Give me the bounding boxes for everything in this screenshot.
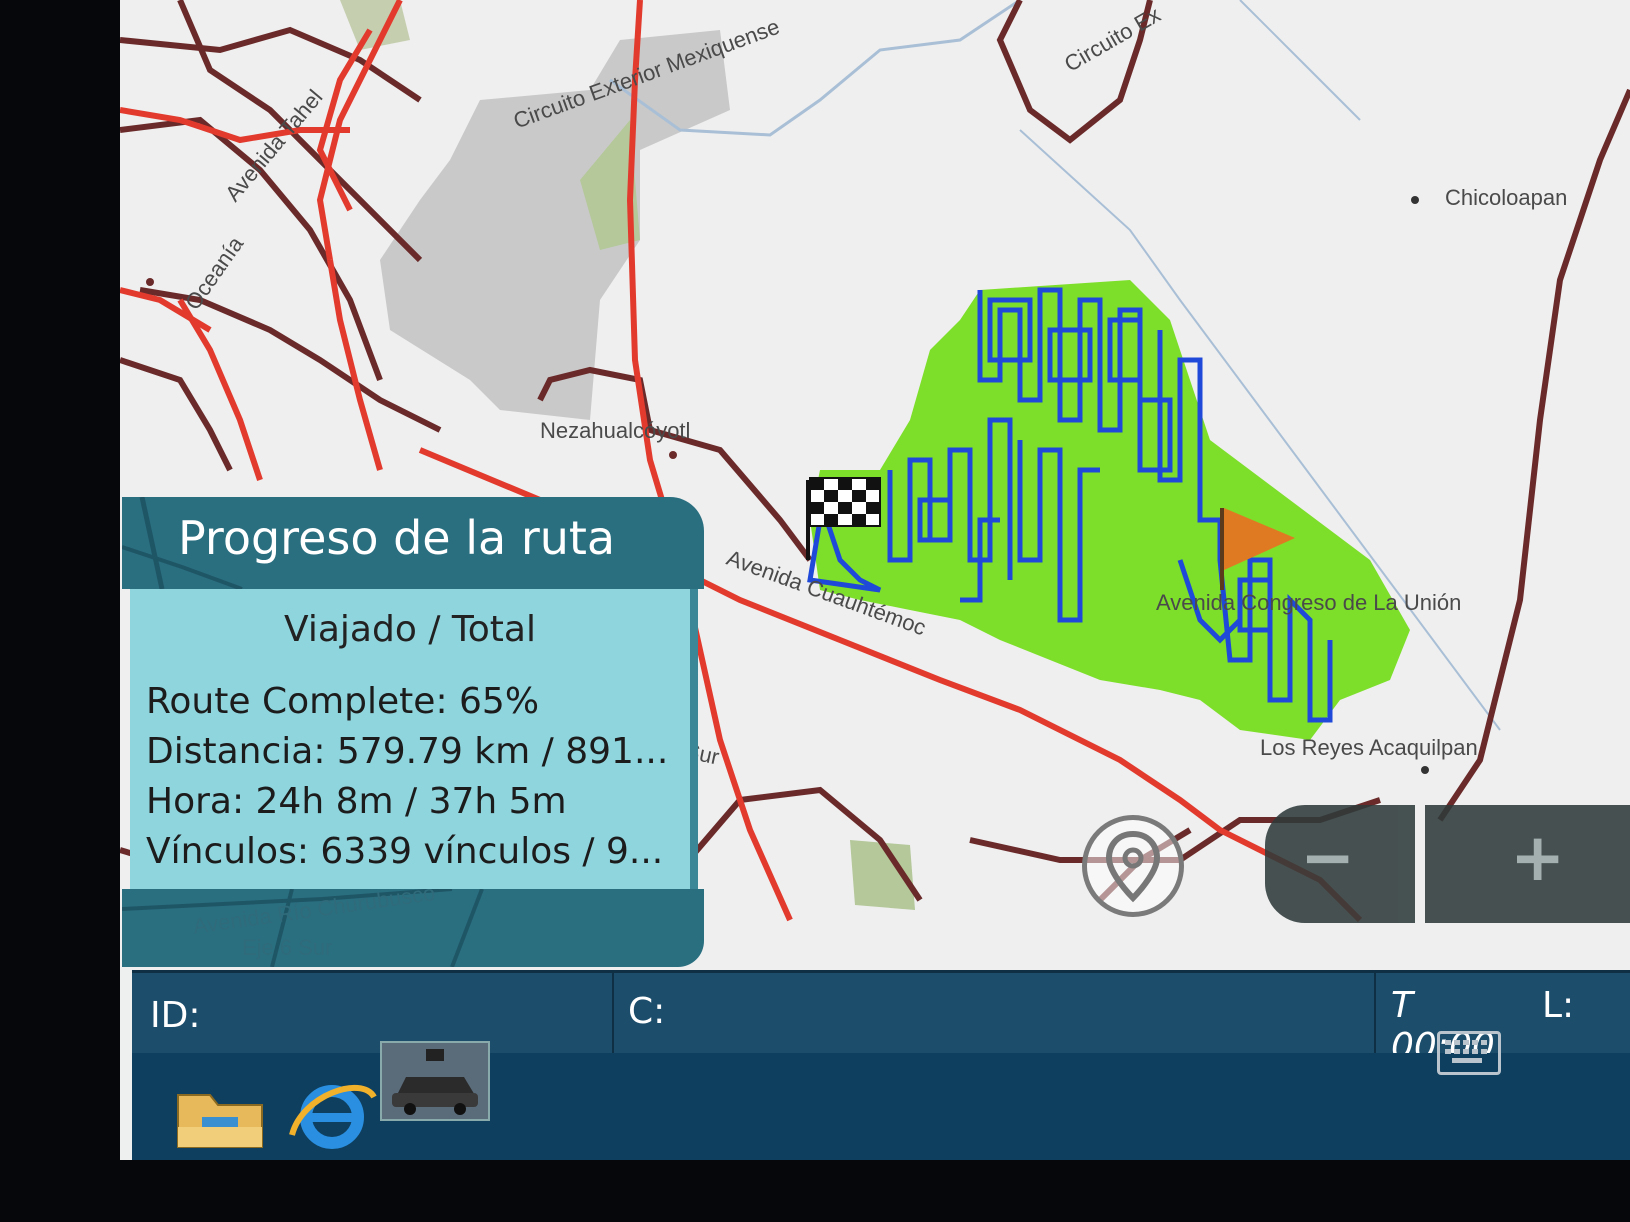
city-dot [1421, 766, 1429, 774]
status-bar: ID: C: T 00:00 L: [132, 970, 1630, 1067]
folder-icon[interactable] [172, 1075, 272, 1155]
l-label: L: [1542, 985, 1575, 1026]
panel-body: Viajado / Total Route Complete: 65% Dist… [130, 589, 698, 889]
map-label: Nezahualcóyotl [540, 418, 691, 443]
time-row: Hora: 24h 8m / 37h 5m [146, 781, 567, 822]
plus-icon: + [1510, 819, 1566, 896]
l-field: L: [1532, 973, 1630, 1053]
internet-explorer-icon[interactable] [282, 1075, 382, 1155]
app-screen: Circuito Exterior Mexiquense Circuito Ex… [120, 0, 1630, 1160]
id-field: ID: [132, 973, 614, 1053]
c-field: C: [614, 973, 1376, 1053]
panel-title: Progreso de la ruta [178, 511, 616, 565]
urban-area [380, 30, 730, 420]
panel-footer: Avenida Río Churubusco Eje 6 Sur [122, 889, 704, 967]
map-label: Chicoloapan [1445, 185, 1568, 210]
distance-row: Distancia: 579.79 km / 891... [146, 731, 669, 772]
taskbar [132, 1031, 1630, 1160]
route-complete-row: Route Complete: 65% [146, 681, 540, 722]
map-label: Los Reyes Acaquilpan [1260, 735, 1478, 760]
panel-header: Progreso de la ruta [122, 497, 704, 589]
map-label: Eje 6 Sur [242, 935, 333, 960]
city-dot [146, 278, 154, 286]
minus-icon: − [1300, 819, 1356, 896]
zoom-out-button[interactable]: − [1265, 805, 1415, 923]
car-navigation-icon[interactable] [380, 1041, 490, 1121]
city-dot [1411, 196, 1419, 204]
boundary-line [1239, 0, 1361, 121]
map-label: Avenida Congreso de La Unión [1156, 590, 1462, 615]
route-progress-panel: Progreso de la ruta Viajado / Total Rout… [122, 497, 704, 967]
column-header: Viajado / Total [284, 609, 536, 650]
links-row: Vínculos: 6339 vínculos / 9... [146, 831, 664, 872]
keyboard-icon[interactable] [1437, 1031, 1501, 1075]
id-label: ID: [150, 995, 201, 1036]
c-label: C: [628, 991, 666, 1032]
location-pin-icon [1105, 830, 1161, 903]
map-view[interactable]: Circuito Exterior Mexiquense Circuito Ex… [120, 0, 1630, 970]
city-dot [669, 451, 677, 459]
locate-button[interactable] [1082, 815, 1184, 917]
zoom-in-button[interactable]: + [1425, 805, 1630, 923]
